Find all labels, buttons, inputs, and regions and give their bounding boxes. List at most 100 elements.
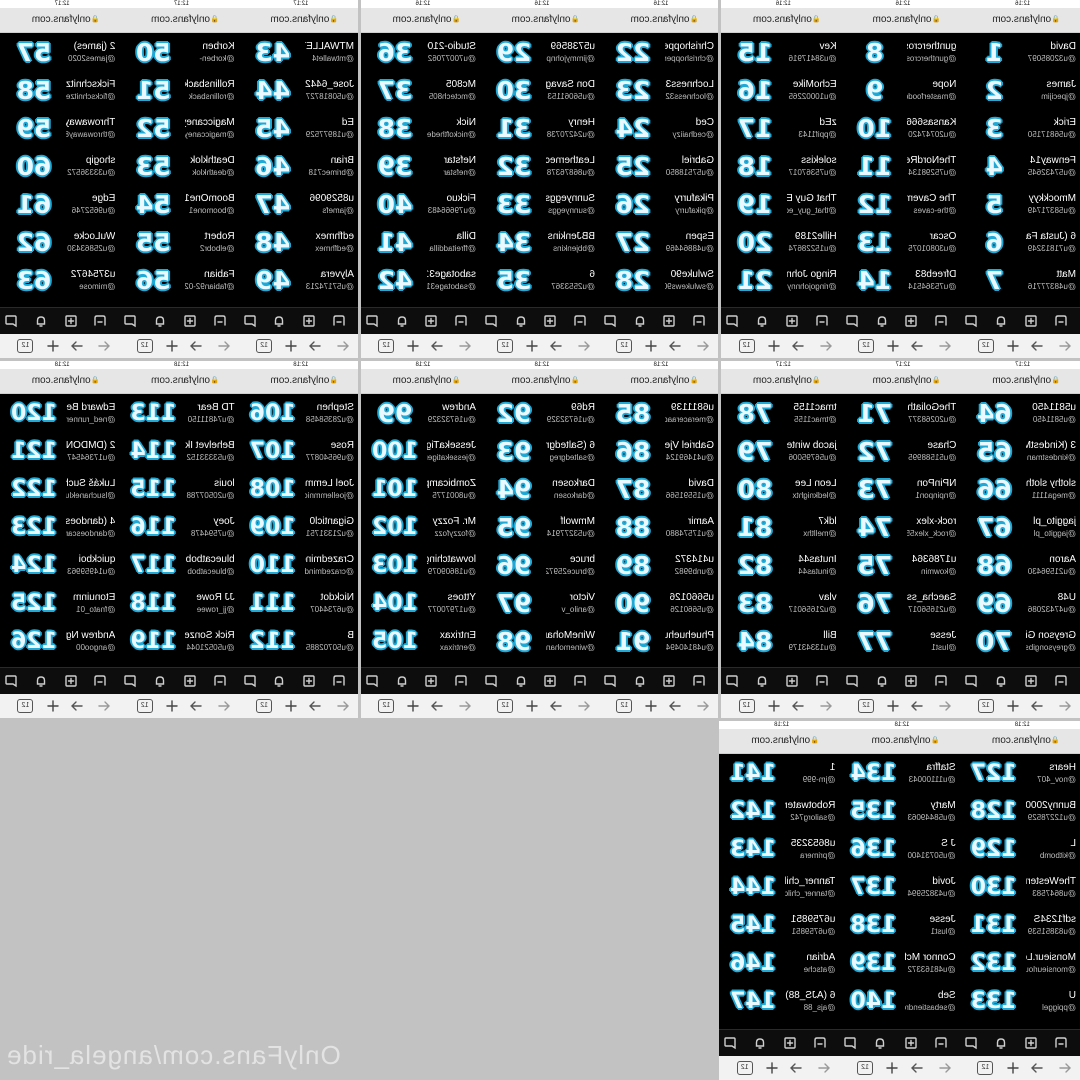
forward-arrow-icon[interactable] [70,339,84,353]
list-item[interactable]: 138 Jesse @lust1 [839,908,959,945]
list-item[interactable]: 42 sabotage31 @sabotage31 [361,263,480,300]
new-tab-icon[interactable] [765,1061,779,1075]
list-item[interactable]: 40 Fickuo @u79666483 [361,187,480,224]
list-item[interactable]: 18 solekiss @u75367017 [721,149,841,186]
list-item[interactable]: 91 Phuehuehue @u48140494 [599,624,718,661]
new-tab-icon[interactable] [887,699,901,713]
address-bar[interactable]: 🔒 onlyfans.com 🔒 onlyfans.com 🔒 onlyfans.com [721,369,1080,394]
messages-icon[interactable] [725,314,739,328]
forward-arrow-icon[interactable] [549,699,563,713]
list-item[interactable]: 28 Swluke90 @swlukews90 [599,263,718,300]
list-item[interactable]: 80 Leon Lee @ledknightx [721,472,841,509]
list-item[interactable]: 136 J S @u50731400 [839,832,959,869]
new-post-icon[interactable] [904,674,918,688]
messages-icon[interactable] [964,1036,978,1050]
home-icon[interactable] [1054,674,1068,688]
notifications-icon[interactable] [633,674,647,688]
new-tab-icon[interactable] [1006,1061,1020,1075]
tab-count-button[interactable]: 12 [736,1061,753,1075]
back-arrow-icon[interactable] [336,699,350,713]
home-icon[interactable] [934,314,948,328]
list-item[interactable]: 146 Adrian @atsche [719,946,839,983]
list-item[interactable]: 145 u6759851 @u6759851 [719,908,839,945]
list-item[interactable]: 71 TheGoliath @u20268377 [841,396,961,433]
forward-arrow-icon[interactable] [308,339,322,353]
notifications-icon[interactable] [395,674,409,688]
list-item[interactable]: 13 Oscar @u30801075 [841,225,961,262]
tab-count-button[interactable]: 12 [857,1061,874,1075]
forward-arrow-icon[interactable] [910,699,924,713]
back-arrow-icon[interactable] [819,339,833,353]
notifications-icon[interactable] [395,314,409,328]
back-arrow-icon[interactable] [97,339,111,353]
list-item[interactable]: 116 Joey @u7594478 [119,510,238,547]
messages-icon[interactable] [4,314,18,328]
notifications-icon[interactable] [272,314,286,328]
list-item[interactable]: 75 u1786364 @kowmin [841,548,961,585]
tab-count-button[interactable]: 12 [378,699,395,713]
new-tab-icon[interactable] [1006,339,1020,353]
notifications-icon[interactable] [994,1036,1008,1050]
back-arrow-icon[interactable] [938,339,952,353]
tab-count-button[interactable]: 12 [256,339,273,353]
tab-count-button[interactable]: 12 [136,339,153,353]
list-item[interactable]: 130 TheWesternSla @u8647583 [960,870,1080,907]
list-item[interactable]: 106 Stephen @u28358458 [239,396,358,433]
address-bar[interactable]: 🔒 onlyfans.com 🔒 onlyfans.com 🔒 onlyfans.com [0,8,358,33]
new-post-icon[interactable] [543,674,557,688]
messages-icon[interactable] [964,314,978,328]
back-arrow-icon[interactable] [938,1061,952,1075]
new-post-icon[interactable] [302,314,316,328]
list-item[interactable]: 124 quickboi @u14959963 [0,548,119,585]
home-icon[interactable] [332,314,346,328]
list-item[interactable]: 43 MTWALLET @mtwallet4 [239,35,358,72]
messages-icon[interactable] [484,674,498,688]
messages-icon[interactable] [843,1036,857,1050]
forward-arrow-icon[interactable] [668,699,682,713]
list-item[interactable]: 101 Zombicamp (Zo @u8001775 [361,472,480,509]
list-item[interactable]: 92 Rd69 @u16732329 [480,396,599,433]
forward-arrow-icon[interactable] [791,699,805,713]
back-arrow-icon[interactable] [817,1061,831,1075]
list-item[interactable]: 108 Joel Lemmnich @joellemmnich [239,472,358,509]
list-item[interactable]: 33 Sunnyeggs @sunnyeggs [480,187,599,224]
list-item[interactable]: 86 Gabriel Vjeast @u41469124 [599,434,718,471]
list-item[interactable]: 115 louis @u20507788 [119,472,238,509]
forward-arrow-icon[interactable] [1030,1061,1044,1075]
new-tab-icon[interactable] [767,339,781,353]
back-arrow-icon[interactable] [1058,1061,1072,1075]
list-item[interactable]: 54 BoomOne1 @boomone1 [119,187,238,224]
forward-arrow-icon[interactable] [791,339,805,353]
home-icon[interactable] [573,674,587,688]
new-post-icon[interactable] [183,674,197,688]
home-icon[interactable] [692,314,706,328]
list-item[interactable]: 89 u414372 @unb9982 [599,548,718,585]
list-item[interactable]: 139 Connor Mcfetridge @u48163372 [839,946,959,983]
new-tab-icon[interactable] [165,699,179,713]
list-item[interactable]: 73 NPinPon @npinpon1 [841,472,961,509]
new-tab-icon[interactable] [526,699,540,713]
messages-icon[interactable] [123,314,137,328]
tab-count-button[interactable]: 12 [378,339,395,353]
new-post-icon[interactable] [904,1036,918,1050]
list-item[interactable]: 62 WuLocke @u25863430 [0,225,119,262]
list-item[interactable]: 9 Nope @masterfoodd [841,73,961,110]
list-item[interactable]: 103 lovwatching2 @u18609079 [361,548,480,585]
new-tab-icon[interactable] [526,339,540,353]
new-post-icon[interactable] [424,674,438,688]
notifications-icon[interactable] [755,314,769,328]
tab-count-button[interactable]: 12 [977,699,994,713]
back-arrow-icon[interactable] [1058,699,1072,713]
list-item[interactable]: 87 David @u15591566 [599,472,718,509]
list-item[interactable]: 72 Chase @u51588995 [841,434,961,471]
list-item[interactable]: 29 u5738569 @jimmyjohnp [480,35,599,72]
messages-icon[interactable] [243,314,257,328]
list-item[interactable]: 107 Rose @u96540877 [239,434,358,471]
list-item[interactable]: 20 Hille2189 @u15228674 [721,225,841,262]
list-item[interactable]: 37 Mc805 @mctech805 [361,73,480,110]
list-item[interactable]: 132 Monsieur.Loup @monsieurloup [960,946,1080,983]
list-item[interactable]: 23 Lochness32 @lochness32 [599,73,718,110]
list-item[interactable]: 134 Staffra @u11100043 [839,756,959,793]
forward-arrow-icon[interactable] [549,339,563,353]
forward-arrow-icon[interactable] [910,339,924,353]
